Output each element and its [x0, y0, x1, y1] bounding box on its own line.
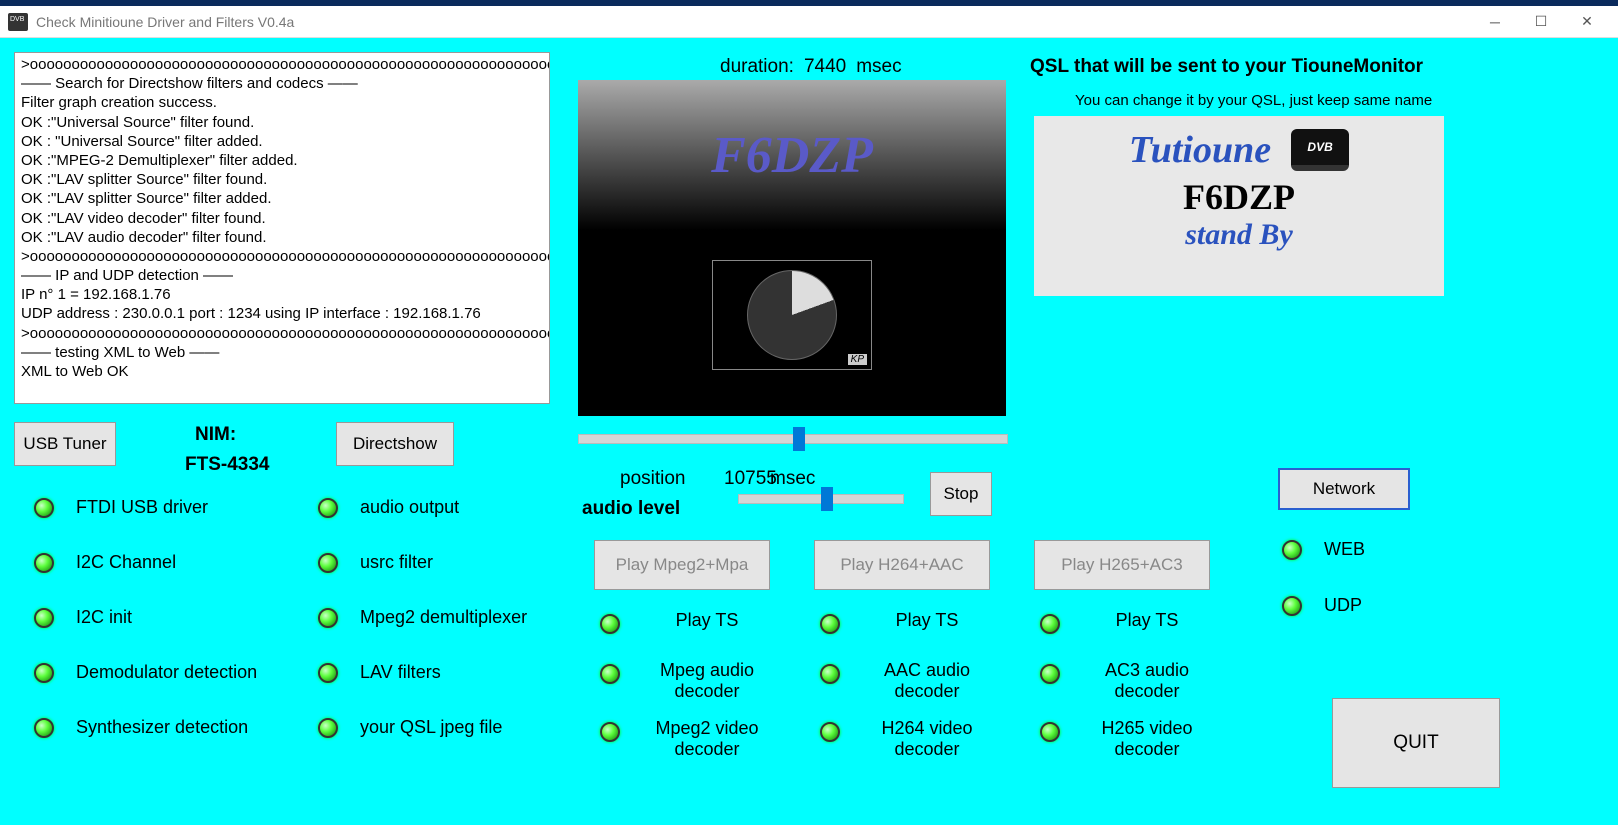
kp-badge: KP	[848, 354, 867, 365]
audio-level-label: audio level	[582, 498, 680, 520]
qsl-callsign: F6DZP	[1183, 176, 1295, 218]
left-2-label: I2C init	[76, 607, 132, 628]
col1-ts-led	[820, 614, 840, 634]
net-1-label: UDP	[1324, 595, 1362, 616]
col2-ts-led	[1040, 614, 1060, 634]
maximize-button[interactable]: ☐	[1518, 7, 1564, 37]
left-0-label: FTDI USB driver	[76, 497, 208, 518]
qsl-subtitle: You can change it by your QSL, just keep…	[1075, 92, 1432, 109]
play-h264-button[interactable]: Play H264+AAC	[814, 540, 990, 590]
position-unit: msec	[770, 468, 815, 490]
position-label: position	[620, 468, 686, 490]
window-title: Check Minitioune Driver and Filters V0.4…	[36, 14, 1472, 30]
col0-audio-label: Mpeg audio decoder	[642, 660, 772, 702]
log-output[interactable]: >ooooooooooooooooooooooooooooooooooooooo…	[14, 52, 550, 404]
duration-value: 7440	[804, 56, 846, 78]
close-button[interactable]: ✕	[1564, 7, 1610, 37]
col0-ts-label: Play TS	[642, 610, 772, 631]
mid-2-label: Mpeg2 demultiplexer	[360, 607, 527, 628]
mid-0-led	[318, 498, 338, 518]
col2-audio-label: AC3 audio decoder	[1082, 660, 1212, 702]
col2-audio-led	[1040, 664, 1060, 684]
qsl-brand: Tutioune	[1129, 128, 1271, 172]
network-button[interactable]: Network	[1278, 468, 1410, 510]
mid-4-led	[318, 718, 338, 738]
left-0-led	[34, 498, 54, 518]
left-2-led	[34, 608, 54, 628]
dvb-icon: DVB	[1291, 129, 1349, 171]
net-0-led	[1282, 540, 1302, 560]
col2-ts-label: Play TS	[1082, 610, 1212, 631]
directshow-button[interactable]: Directshow	[336, 422, 454, 466]
progress-slider[interactable]	[578, 434, 1008, 444]
slider-thumb-icon[interactable]	[793, 427, 805, 451]
col1-audio-label: AAC audio decoder	[862, 660, 992, 702]
app-icon	[8, 13, 28, 31]
duration-row: duration: 7440 msec	[720, 56, 902, 78]
col1-ts-label: Play TS	[862, 610, 992, 631]
col0-video-label: Mpeg2 video decoder	[642, 718, 772, 760]
col0-audio-led	[600, 664, 620, 684]
minimize-button[interactable]: ─	[1472, 7, 1518, 37]
col2-video-label: H265 video decoder	[1082, 718, 1212, 760]
play-mpeg2-button[interactable]: Play Mpeg2+Mpa	[594, 540, 770, 590]
video-preview: F6DZP KP	[578, 80, 1006, 416]
nim-label: NIM:	[195, 424, 236, 446]
usb-tuner-button[interactable]: USB Tuner	[14, 422, 116, 466]
mid-1-led	[318, 553, 338, 573]
countdown-graphic: KP	[712, 260, 872, 370]
nim-value: FTS-4334	[185, 454, 269, 476]
col1-audio-led	[820, 664, 840, 684]
titlebar: Check Minitioune Driver and Filters V0.4…	[0, 6, 1618, 38]
qsl-standby: stand By	[1185, 218, 1293, 252]
quit-button[interactable]: QUIT	[1332, 698, 1500, 788]
mid-2-led	[318, 608, 338, 628]
col1-video-led	[820, 722, 840, 742]
slider-thumb-icon[interactable]	[821, 487, 833, 511]
net-0-label: WEB	[1324, 539, 1365, 560]
play-h265-button[interactable]: Play H265+AC3	[1034, 540, 1210, 590]
qsl-title: QSL that will be sent to your TiouneMoni…	[1030, 56, 1423, 78]
position-value: 10755	[724, 468, 777, 490]
mid-0-label: audio output	[360, 497, 459, 518]
stop-button[interactable]: Stop	[930, 472, 992, 516]
pie-icon	[747, 270, 837, 360]
col0-ts-led	[600, 614, 620, 634]
qsl-card: Tutioune DVB F6DZP stand By	[1034, 116, 1444, 296]
left-4-label: Synthesizer detection	[76, 717, 248, 738]
left-1-label: I2C Channel	[76, 552, 176, 573]
left-4-led	[34, 718, 54, 738]
duration-label: duration:	[720, 56, 794, 78]
col0-video-led	[600, 722, 620, 742]
mid-3-led	[318, 663, 338, 683]
mid-1-label: usrc filter	[360, 552, 433, 573]
net-1-led	[1282, 596, 1302, 616]
audio-level-slider[interactable]	[738, 494, 904, 504]
mid-4-label: your QSL jpeg file	[360, 717, 502, 738]
left-3-led	[34, 663, 54, 683]
mid-3-label: LAV filters	[360, 662, 441, 683]
col2-video-led	[1040, 722, 1060, 742]
col1-video-label: H264 video decoder	[862, 718, 992, 760]
left-1-led	[34, 553, 54, 573]
left-3-label: Demodulator detection	[76, 662, 257, 683]
duration-unit: msec	[856, 56, 901, 78]
video-overlay-text: F6DZP	[711, 126, 873, 185]
